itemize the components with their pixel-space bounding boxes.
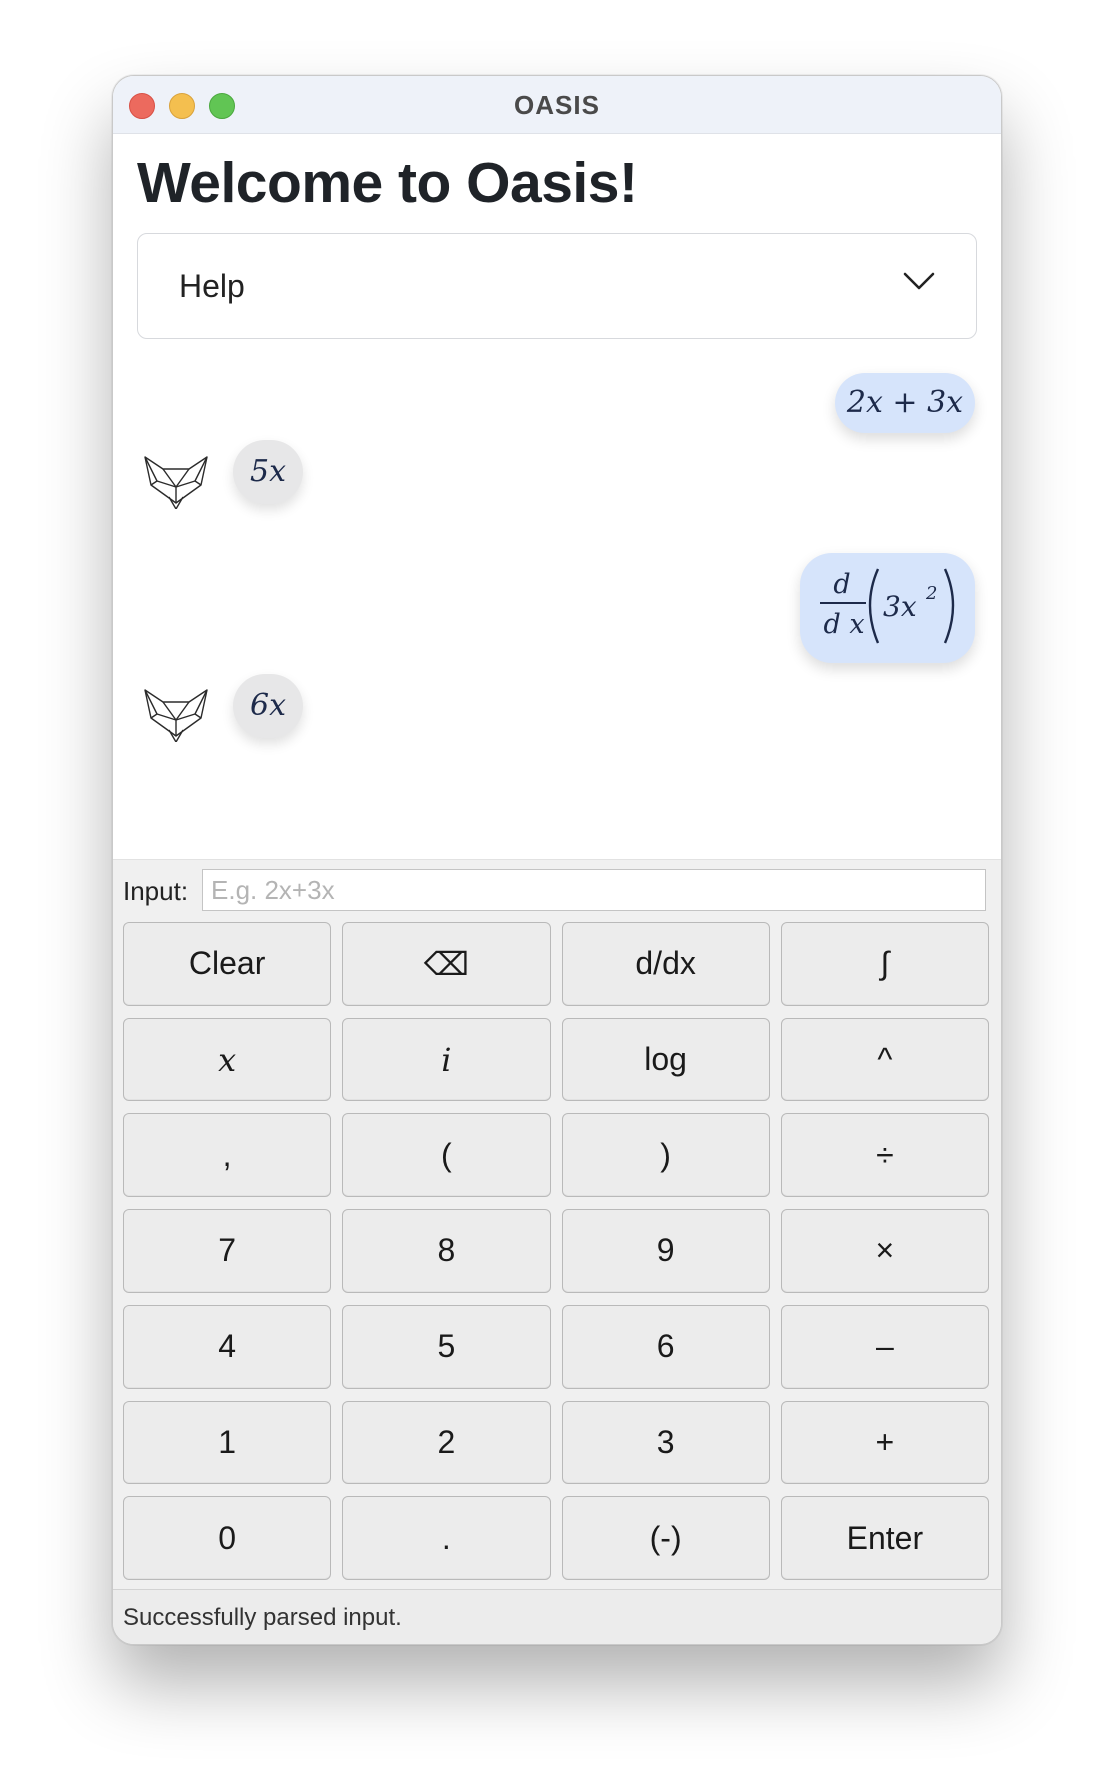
key-0[interactable]: 0 xyxy=(123,1496,332,1580)
key-5[interactable]: 5 xyxy=(342,1304,551,1389)
help-accordion[interactable]: Help xyxy=(137,233,977,339)
key-6[interactable]: 6 xyxy=(561,1304,770,1389)
key-power[interactable]: ^ xyxy=(780,1017,989,1102)
expression-input[interactable] xyxy=(202,869,986,911)
key-4[interactable]: 4 xyxy=(123,1304,332,1389)
chevron-down-icon xyxy=(903,272,935,290)
derivative-expression: d d x 3x 2 xyxy=(820,568,955,644)
key-negate[interactable]: (-) xyxy=(561,1496,770,1580)
input-label: Input: xyxy=(123,876,189,906)
bot-message: 5x xyxy=(233,440,303,504)
window-title: OASIS xyxy=(514,90,600,120)
key-decimal[interactable]: . xyxy=(342,1496,551,1580)
key-minus[interactable]: – xyxy=(780,1304,989,1389)
bot-message: 6x xyxy=(233,674,303,738)
key-2[interactable]: 2 xyxy=(342,1400,551,1485)
key-8[interactable]: 8 xyxy=(342,1209,551,1293)
key-plus[interactable]: + xyxy=(780,1400,989,1485)
key-divide[interactable]: ÷ xyxy=(780,1113,989,1198)
user-message: d d x 3x 2 xyxy=(800,553,975,663)
key-9[interactable]: 9 xyxy=(561,1209,770,1293)
input-panel: Input: Clear⌫d/dx∫ xilog^,()÷ 789× 456– 123+… xyxy=(113,859,1001,1589)
key-integral[interactable]: ∫ xyxy=(780,922,989,1006)
derivative-exponent: 2 xyxy=(925,583,937,604)
derivative-expression-body: 3x xyxy=(883,590,917,623)
key-clear[interactable]: Clear xyxy=(123,922,332,1006)
app-window: OASIS Welcome to Oasis! Help 2x + 3x 5x … xyxy=(112,75,1002,1645)
keypad: Clear ⌫ d/dx ∫ x i log ^,() ÷ 7 8 9 × 4 5 6– 1 2 3 +0. (-) En… xyxy=(123,922,989,1580)
fox-icon xyxy=(144,456,208,509)
derivative-denominator: d x xyxy=(823,609,864,640)
fox-icon xyxy=(144,689,208,742)
key-i[interactable]: i xyxy=(342,1017,551,1102)
key-3[interactable]: 3 xyxy=(561,1400,770,1485)
key-multiply[interactable]: × xyxy=(780,1209,989,1293)
user-message: 2x + 3x xyxy=(835,373,975,433)
key-open-paren[interactable]: ( xyxy=(342,1113,551,1198)
page-title: Welcome to Oasis! xyxy=(137,151,638,215)
key-log[interactable]: log xyxy=(561,1017,770,1102)
key-7[interactable]: 7 xyxy=(123,1209,332,1293)
key-backspace[interactable]: ⌫ xyxy=(342,922,551,1006)
title-bar: OASIS xyxy=(113,76,1001,134)
help-label: Help xyxy=(179,268,245,304)
status-bar: Successfully parsed input. xyxy=(113,1589,1001,1644)
status-text: Successfully parsed input. xyxy=(123,1604,402,1631)
key-derivative[interactable]: d/dx xyxy=(561,922,770,1006)
key-1[interactable]: 1 xyxy=(123,1400,332,1485)
key-x[interactable]: x xyxy=(123,1017,332,1102)
key-enter[interactable]: Enter xyxy=(780,1496,989,1580)
key-close-paren[interactable]: ) xyxy=(561,1113,770,1198)
derivative-numerator: d xyxy=(833,569,850,600)
key-comma[interactable]: , xyxy=(123,1113,332,1198)
